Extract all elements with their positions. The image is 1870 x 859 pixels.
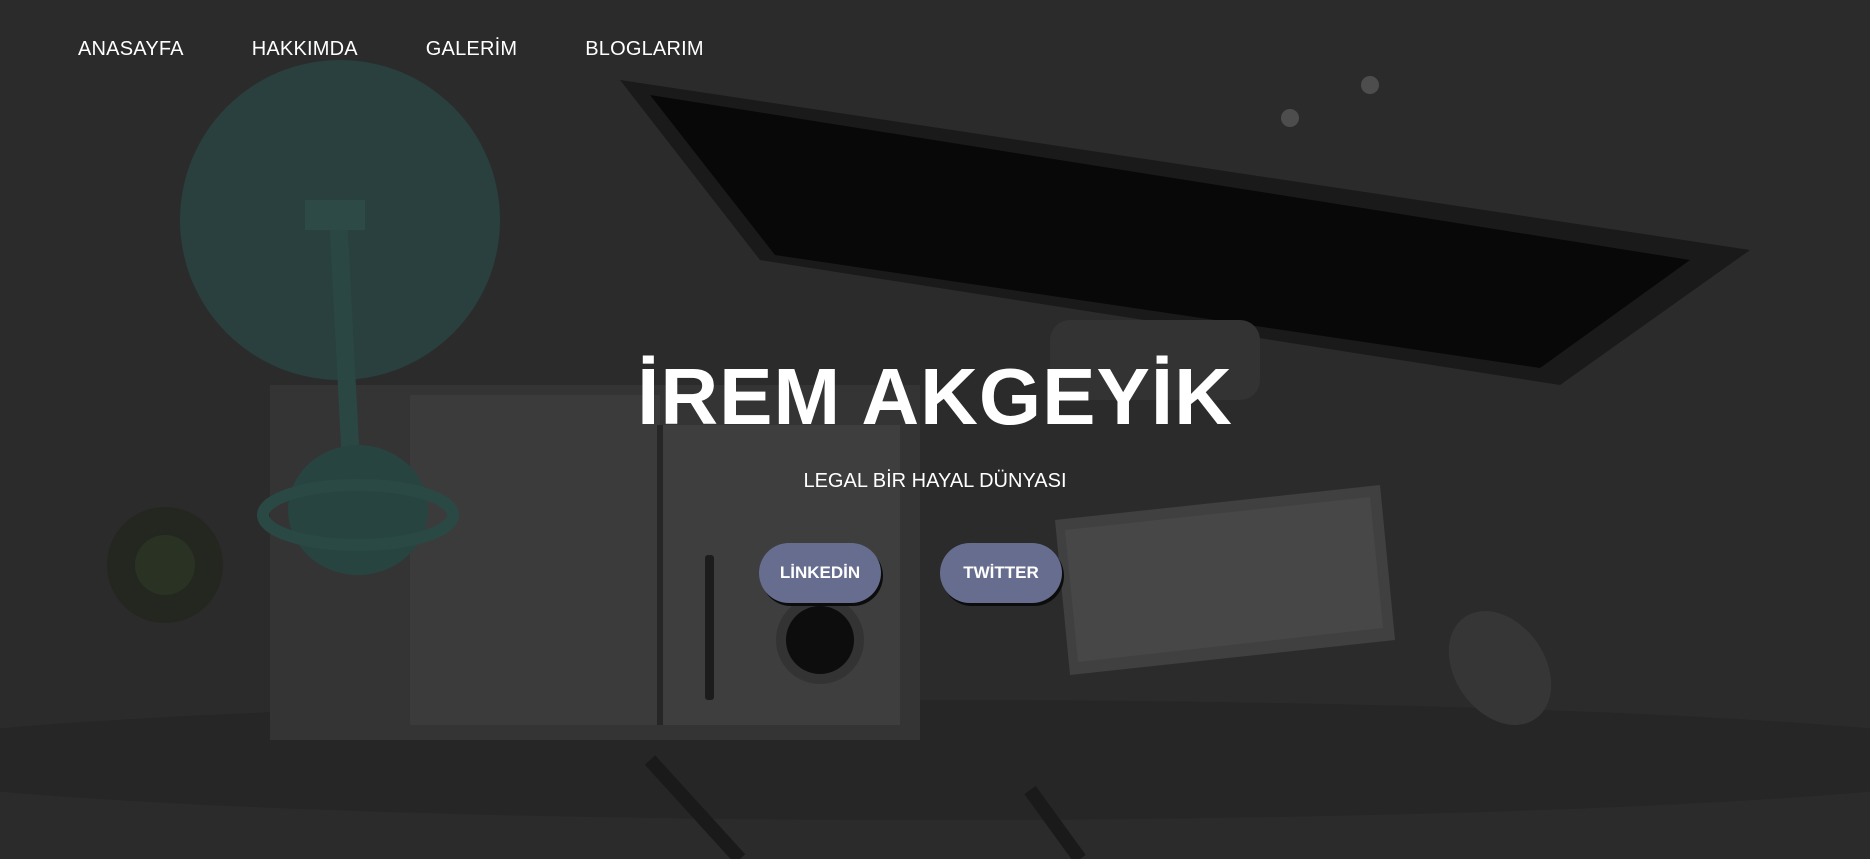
nav-item-anasayfa[interactable]: ANASAYFA [78, 36, 184, 62]
nav-item-hakkimda[interactable]: HAKKIMDA [252, 36, 358, 62]
hero-title: İREM AKGEYİK [637, 352, 1233, 441]
twitter-button[interactable]: TWİTTER [940, 543, 1062, 603]
nav-item-galerim[interactable]: GALERİM [426, 36, 517, 62]
linkedin-button[interactable]: LİNKEDİN [759, 543, 881, 603]
nav-item-bloglarim[interactable]: BLOGLARIM [585, 36, 704, 62]
main-nav: ANASAYFA HAKKIMDA GALERİM BLOGLARIM [78, 36, 772, 62]
hero-subtitle: LEGAL BİR HAYAL DÜNYASI [803, 470, 1067, 492]
